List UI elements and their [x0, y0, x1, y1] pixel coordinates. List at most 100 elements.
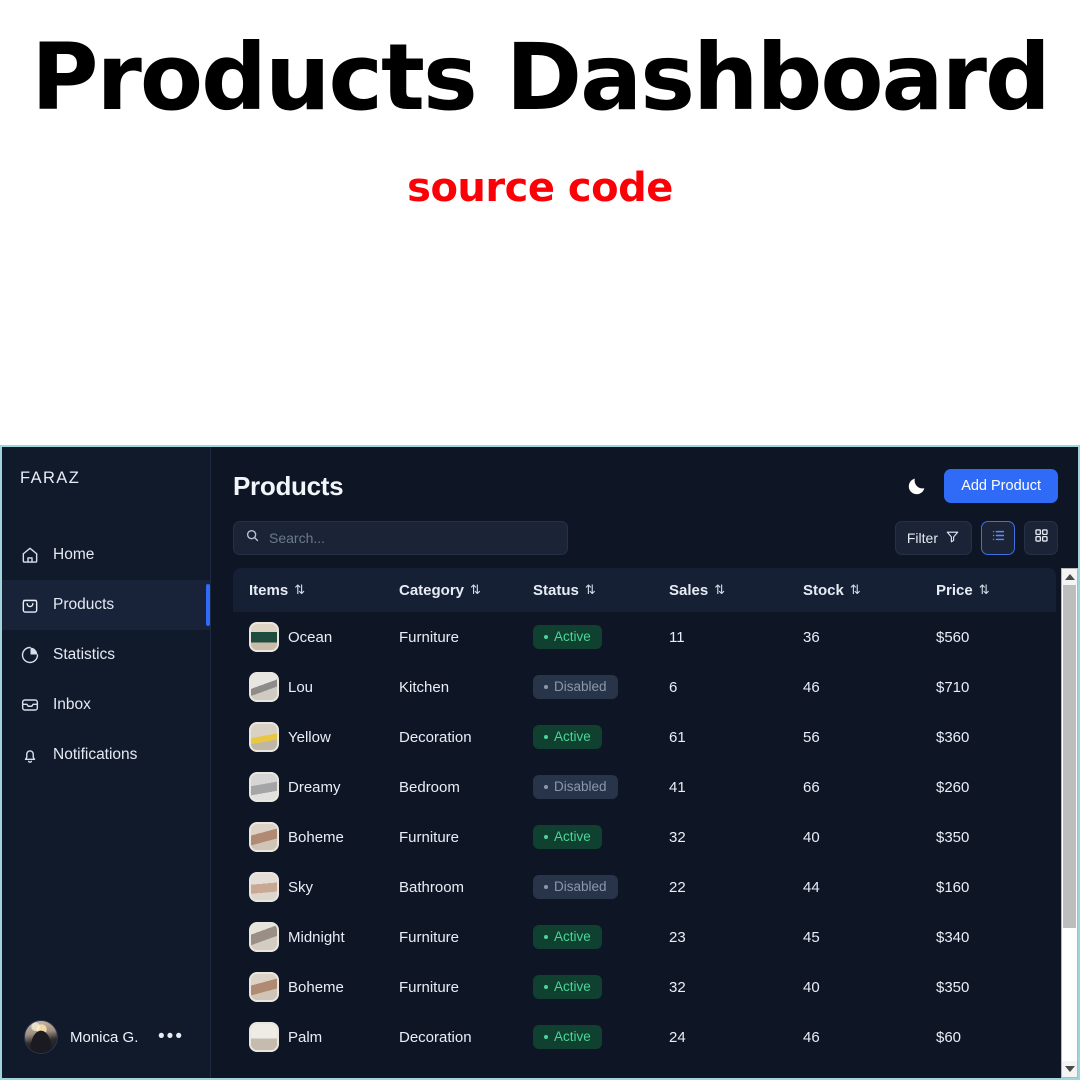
cell-stock: 44 [803, 878, 820, 896]
status-dot-icon [544, 1035, 548, 1039]
sidebar-item-label: Products [53, 596, 115, 613]
product-thumbnail [249, 822, 279, 852]
cell-price: $350 [936, 978, 970, 996]
cell-price: $350 [936, 828, 970, 846]
cell-stock: 36 [803, 628, 820, 646]
scroll-down-arrow-icon[interactable] [1062, 1061, 1077, 1077]
status-badge: Active [533, 925, 602, 949]
status-badge: Active [533, 1025, 602, 1049]
scrollbar-track[interactable] [1062, 585, 1077, 1061]
brand-logo: FARAZ [20, 469, 81, 487]
cell-item: Sky [249, 872, 399, 902]
product-thumbnail [249, 772, 279, 802]
moon-icon[interactable] [906, 475, 928, 497]
column-header-items[interactable]: Items ⇅ [249, 582, 399, 599]
table-row[interactable]: Midnight Furniture Active 23 45 $340 [233, 912, 1056, 962]
cell-category: Decoration [399, 1028, 472, 1046]
cell-category: Bathroom [399, 878, 465, 896]
sort-icon[interactable]: ⇅ [294, 582, 305, 598]
pie-chart-icon [20, 645, 40, 665]
status-dot-icon [544, 635, 548, 639]
sidebar-item-notifications[interactable]: Notifications [2, 730, 210, 780]
product-thumbnail [249, 922, 279, 952]
bell-icon [20, 745, 40, 765]
product-name: Palm [288, 1028, 323, 1046]
cell-sales: 11 [669, 628, 685, 646]
status-badge: Disabled [533, 875, 618, 899]
sort-icon[interactable]: ⇅ [470, 582, 481, 598]
column-header-price[interactable]: Price ⇅ [936, 582, 1046, 599]
grid-view-button[interactable] [1024, 521, 1058, 555]
status-dot-icon [544, 935, 548, 939]
table-row[interactable]: Boheme Furniture Active 32 40 $350 [233, 962, 1056, 1012]
toolbar: Filter [211, 509, 1078, 555]
product-name: Boheme [288, 828, 344, 846]
sidebar-nav: Home Products Statistics Inbox Notificat… [2, 530, 210, 780]
sort-icon[interactable]: ⇅ [714, 582, 725, 598]
promo-title: Products Dashboard [31, 24, 1051, 131]
cell-status: Active [533, 625, 669, 649]
cell-item: Boheme [249, 972, 399, 1002]
sort-icon[interactable]: ⇅ [585, 582, 596, 598]
sidebar-item-statistics[interactable]: Statistics [2, 630, 210, 680]
table-row[interactable]: Lou Kitchen Disabled 6 46 $710 [233, 662, 1056, 712]
add-product-button[interactable]: Add Product [944, 469, 1058, 503]
search-box[interactable] [233, 521, 568, 555]
table-row[interactable]: Boheme Furniture Active 32 40 $350 [233, 812, 1056, 862]
sidebar-item-inbox[interactable]: Inbox [2, 680, 210, 730]
cell-price: $160 [936, 878, 970, 896]
cell-sales: 32 [669, 978, 686, 996]
column-header-category[interactable]: Category ⇅ [399, 582, 533, 599]
cell-status: Active [533, 825, 669, 849]
sort-icon[interactable]: ⇅ [850, 582, 861, 598]
column-label: Category [399, 581, 465, 599]
status-badge: Active [533, 825, 602, 849]
cell-price: $360 [936, 728, 970, 746]
cell-stock: 66 [803, 778, 820, 796]
status-dot-icon [544, 885, 548, 889]
cell-sales: 22 [669, 878, 686, 896]
scroll-up-arrow-icon[interactable] [1062, 569, 1077, 585]
products-table: Items ⇅ Category ⇅ Status ⇅ Sales ⇅ Stock ⇅ P… [233, 568, 1078, 1078]
user-menu-icon[interactable]: ••• [158, 1027, 194, 1047]
cell-status: Active [533, 975, 669, 999]
table-row[interactable]: Yellow Decoration Active 61 56 $360 [233, 712, 1056, 762]
sidebar: FARAZ Home Products Statistics Inbox Not… [2, 447, 211, 1078]
product-name: Boheme [288, 978, 344, 996]
promo-banner: Products Dashboard source code [0, 0, 1080, 440]
cell-sales: 6 [669, 678, 678, 696]
sidebar-item-products[interactable]: Products [2, 580, 210, 630]
cell-price: $340 [936, 928, 970, 946]
filter-button[interactable]: Filter [894, 521, 972, 555]
cell-category: Decoration [399, 728, 472, 746]
status-dot-icon [544, 985, 548, 989]
sort-icon[interactable]: ⇅ [979, 582, 990, 598]
cell-price: $560 [936, 628, 970, 646]
column-header-stock[interactable]: Stock ⇅ [803, 582, 936, 599]
cell-stock: 40 [803, 828, 820, 846]
list-view-button[interactable] [981, 521, 1015, 555]
table-row[interactable]: Palm Decoration Active 24 46 $60 [233, 1012, 1056, 1062]
cell-sales: 61 [669, 728, 686, 746]
column-header-status[interactable]: Status ⇅ [533, 582, 669, 599]
cell-price: $60 [936, 1028, 962, 1046]
cell-sales: 32 [669, 828, 686, 846]
product-name: Dreamy [288, 778, 341, 796]
table-row[interactable]: Ocean Furniture Active 11 36 $560 [233, 612, 1056, 662]
list-view-icon [990, 527, 1007, 549]
cell-status: Active [533, 925, 669, 949]
product-thumbnail [249, 672, 279, 702]
sidebar-item-home[interactable]: Home [2, 530, 210, 580]
scrollbar-thumb[interactable] [1063, 585, 1076, 928]
sidebar-user-profile[interactable]: Monica G. ••• [2, 1020, 210, 1078]
cell-stock: 40 [803, 978, 820, 996]
table-scrollbar[interactable] [1061, 568, 1078, 1078]
search-icon [245, 528, 260, 548]
table-row[interactable]: Sky Bathroom Disabled 22 44 $160 [233, 862, 1056, 912]
sidebar-item-label: Inbox [53, 696, 91, 713]
search-input[interactable] [269, 530, 556, 546]
column-header-sales[interactable]: Sales ⇅ [669, 582, 803, 599]
product-thumbnail [249, 1022, 279, 1052]
table-row[interactable]: Dreamy Bedroom Disabled 41 66 $260 [233, 762, 1056, 812]
cell-sales: 23 [669, 928, 686, 946]
